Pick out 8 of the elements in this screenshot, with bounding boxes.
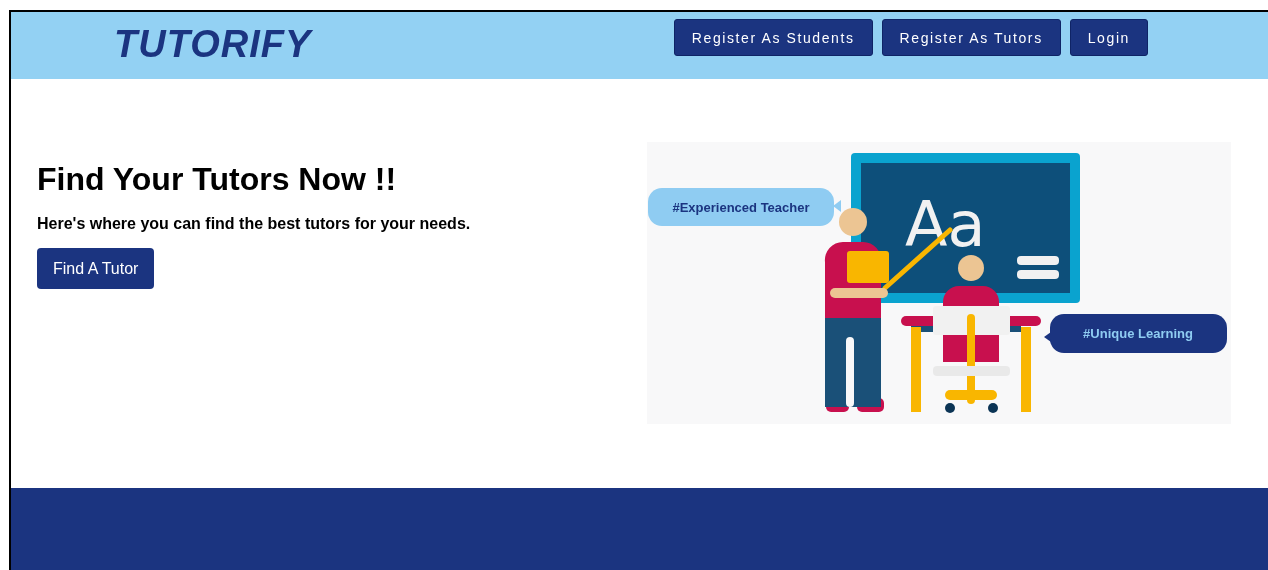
board-text: Aa — [905, 188, 986, 261]
tutorify-logo: TUTORIFY — [114, 23, 312, 66]
find-tutor-button[interactable]: Find A Tutor — [37, 248, 155, 289]
nav-button[interactable]: Register As Students — [673, 19, 873, 56]
hero-subtitle: Here's where you can find the best tutors for your needs. — [37, 215, 472, 233]
hero-title: Find Your Tutors Now !! — [37, 161, 398, 198]
nav-button[interactable]: Register As Tutors — [881, 19, 1061, 56]
nav-button[interactable]: Login — [1069, 19, 1148, 56]
